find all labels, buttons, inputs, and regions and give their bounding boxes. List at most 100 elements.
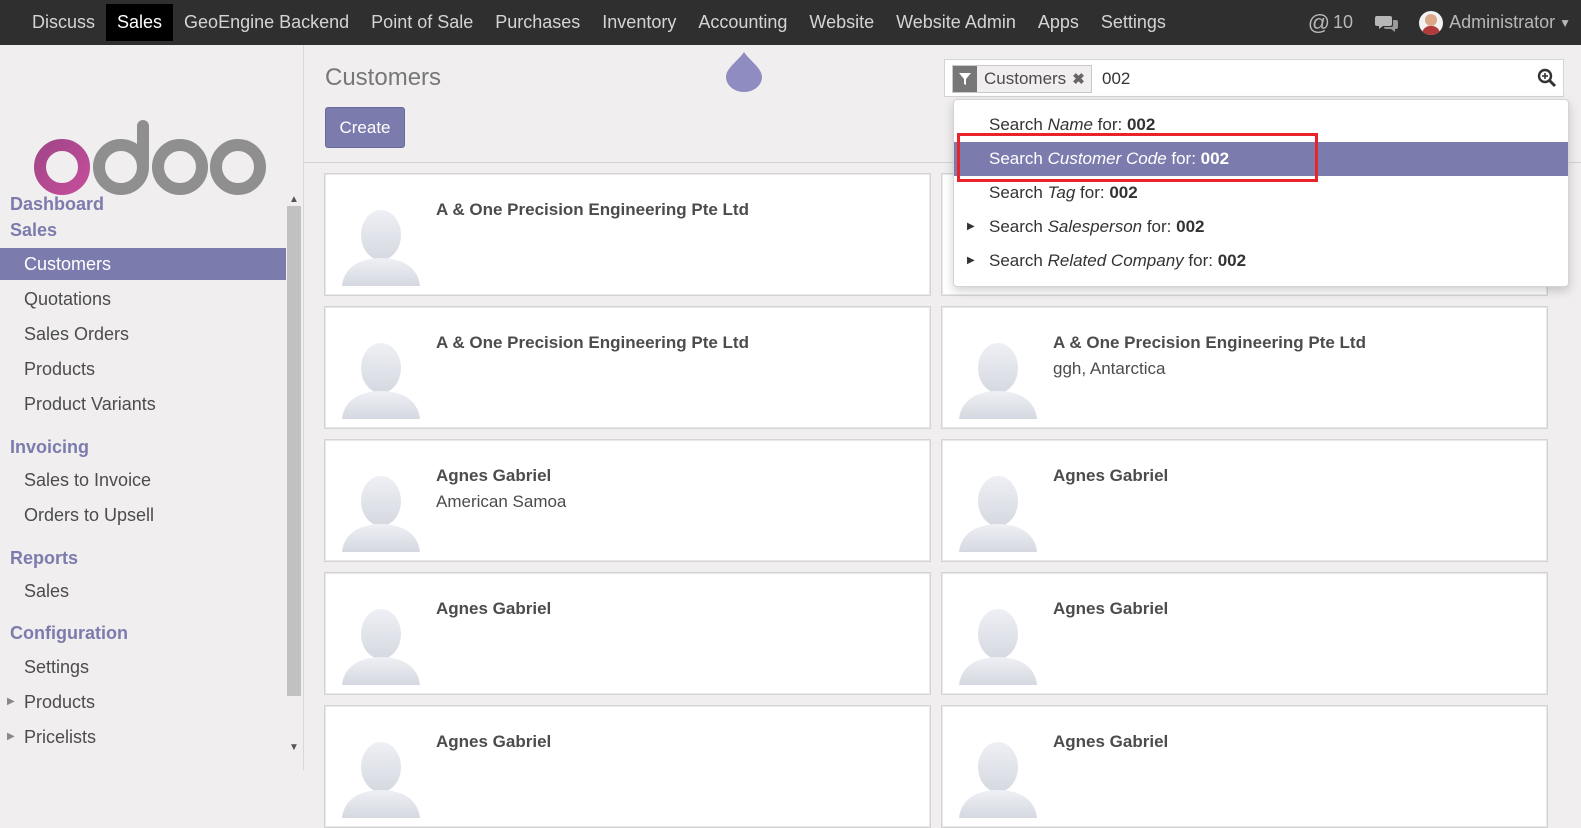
- user-menu[interactable]: Administrator ▼: [1419, 10, 1571, 35]
- sidebar-item-products[interactable]: Products: [0, 353, 286, 385]
- facet-label: Customers: [984, 69, 1067, 88]
- chat-icon[interactable]: [1375, 13, 1399, 33]
- customer-card[interactable]: A & One Precision Engineering Pte Ltd: [324, 306, 931, 429]
- customer-name: A & One Precision Engineering Pte Ltd: [436, 200, 749, 219]
- chevron-down-icon: ▼: [1559, 15, 1571, 30]
- sidebar-item-settings[interactable]: Settings: [0, 651, 286, 683]
- caret-right-icon: ▶: [7, 696, 15, 707]
- scroll-up-icon[interactable]: ▲: [289, 194, 299, 205]
- sidebar-item-label: Pricelists: [24, 727, 97, 747]
- filter-icon: [953, 66, 977, 92]
- sidebar-menu: Dashboard Sales Customers Quotations Sal…: [0, 192, 287, 770]
- top-navbar: Discuss Sales GeoEngine Backend Point of…: [0, 0, 1581, 45]
- user-name: Administrator: [1449, 12, 1556, 32]
- customer-card[interactable]: Agnes Gabriel: [941, 439, 1548, 562]
- option-middle: for:: [1183, 251, 1218, 270]
- mention-count: 10: [1333, 12, 1354, 32]
- menu-apps[interactable]: Apps: [1027, 4, 1090, 41]
- option-prefix: Search: [989, 115, 1048, 134]
- sidebar-section-invoicing[interactable]: Invoicing: [10, 437, 89, 458]
- expand-caret-icon[interactable]: ▶: [967, 244, 975, 278]
- customer-card[interactable]: A & One Precision Engineering Pte Ltd gg…: [941, 306, 1548, 429]
- sidebar-item-sales-orders[interactable]: Sales Orders: [0, 318, 286, 350]
- search-icon[interactable]: [1537, 68, 1557, 93]
- search-option-salesperson[interactable]: ▶ Search Salesperson for: 002: [954, 210, 1568, 244]
- customer-name: Agnes Gabriel: [436, 732, 552, 751]
- droplet-icon: [725, 50, 763, 92]
- mentions-button[interactable]: @ 10: [1308, 10, 1353, 36]
- sidebar-item-product-variants[interactable]: Product Variants: [0, 388, 286, 420]
- search-box[interactable]: Customers ✖: [944, 59, 1564, 97]
- person-placeholder-icon: [957, 734, 1039, 823]
- option-middle: for:: [1142, 217, 1177, 236]
- sidebar-item-pricelists[interactable]: ▶ Pricelists: [0, 721, 286, 753]
- customer-card[interactable]: Agnes Gabriel: [941, 572, 1548, 695]
- option-value: 002: [1126, 115, 1156, 134]
- person-placeholder-icon: [340, 202, 422, 291]
- customer-card[interactable]: A & One Precision Engineering Pte Ltd: [324, 173, 931, 296]
- sidebar-item-customers[interactable]: Customers: [0, 248, 286, 280]
- customer-card[interactable]: Agnes Gabriel American Samoa: [324, 439, 931, 562]
- scroll-down-icon[interactable]: ▼: [289, 742, 299, 753]
- customer-card[interactable]: Agnes Gabriel: [324, 705, 931, 828]
- menu-point-of-sale[interactable]: Point of Sale: [360, 4, 484, 41]
- sidebar-section-sales[interactable]: Sales: [10, 220, 57, 241]
- customer-name: Agnes Gabriel: [436, 466, 552, 485]
- app-menu: Discuss Sales GeoEngine Backend Point of…: [21, 0, 1177, 45]
- scroll-thumb[interactable]: [287, 206, 301, 696]
- menu-website-admin[interactable]: Website Admin: [885, 4, 1027, 41]
- sidebar-item-config-products[interactable]: ▶ Products: [0, 686, 286, 718]
- option-middle: for:: [1075, 183, 1110, 202]
- option-field: Tag: [1047, 183, 1076, 202]
- option-field: Name: [1047, 115, 1093, 134]
- menu-sales[interactable]: Sales: [106, 4, 174, 41]
- menu-settings[interactable]: Settings: [1090, 4, 1177, 41]
- option-field: Related Company: [1047, 251, 1184, 270]
- menu-website[interactable]: Website: [798, 4, 885, 41]
- sidebar-item-sales-to-invoice[interactable]: Sales to Invoice: [0, 464, 286, 496]
- customer-card[interactable]: Agnes Gabriel: [941, 705, 1548, 828]
- search-option-related-company[interactable]: ▶ Search Related Company for: 002: [954, 244, 1568, 278]
- customer-name: Agnes Gabriel: [436, 599, 552, 618]
- sidebar-item-label: Products: [24, 692, 96, 712]
- customer-location: American Samoa: [436, 492, 567, 511]
- option-middle: for:: [1092, 115, 1127, 134]
- sidebar-scrollbar[interactable]: ▲ ▼: [287, 192, 301, 770]
- facet-remove-icon[interactable]: ✖: [1072, 70, 1091, 88]
- menu-geoengine-backend[interactable]: GeoEngine Backend: [173, 4, 360, 41]
- sidebar-item-quotations[interactable]: Quotations: [0, 283, 286, 315]
- at-icon: @: [1307, 9, 1331, 35]
- option-value: 002: [1109, 183, 1138, 202]
- sidebar-item-orders-to-upsell[interactable]: Orders to Upsell: [0, 499, 286, 531]
- page-title: Customers: [325, 64, 442, 91]
- option-field: Salesperson: [1047, 217, 1143, 236]
- odoo-logo[interactable]: [34, 120, 266, 203]
- avatar: [1419, 10, 1444, 35]
- option-prefix: Search: [989, 217, 1048, 236]
- menu-accounting[interactable]: Accounting: [687, 4, 798, 41]
- customer-name: Agnes Gabriel: [1053, 732, 1169, 751]
- option-value: 002: [1176, 217, 1205, 236]
- sidebar-item-reports-sales[interactable]: Sales: [0, 575, 286, 607]
- expand-caret-icon[interactable]: ▶: [967, 210, 975, 244]
- menu-purchases[interactable]: Purchases: [484, 4, 591, 41]
- customer-name: A & One Precision Engineering Pte Ltd: [1053, 333, 1366, 352]
- customer-name: A & One Precision Engineering Pte Ltd: [436, 333, 749, 352]
- sidebar-dashboard[interactable]: Dashboard: [10, 194, 104, 215]
- create-button[interactable]: Create: [325, 107, 405, 148]
- option-prefix: Search: [989, 251, 1048, 270]
- option-value: 002: [1217, 251, 1247, 270]
- sidebar-section-configuration[interactable]: Configuration: [10, 623, 128, 644]
- menu-discuss[interactable]: Discuss: [21, 4, 106, 41]
- search-facet: Customers ✖: [952, 65, 1092, 93]
- person-placeholder-icon: [957, 601, 1039, 690]
- customer-card[interactable]: Agnes Gabriel: [324, 572, 931, 695]
- person-placeholder-icon: [957, 335, 1039, 424]
- highlight-box: [957, 133, 1318, 182]
- person-placeholder-icon: [340, 468, 422, 557]
- search-input[interactable]: [1100, 65, 1524, 93]
- menu-inventory[interactable]: Inventory: [591, 4, 687, 41]
- caret-right-icon: ▶: [7, 731, 15, 742]
- customer-location: ggh, Antarctica: [1053, 359, 1166, 378]
- sidebar-section-reports[interactable]: Reports: [10, 548, 78, 569]
